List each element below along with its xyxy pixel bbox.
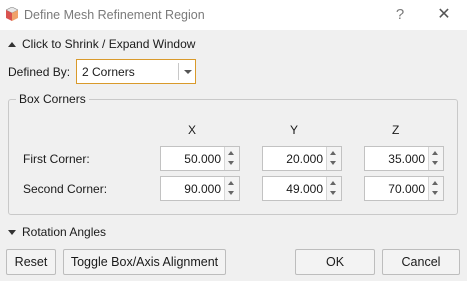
expand-triangle-icon bbox=[8, 230, 16, 236]
window-title: Define Mesh Refinement Region bbox=[24, 8, 205, 22]
first-corner-x-value[interactable]: 50.000 bbox=[184, 152, 221, 166]
first-corner-z-value[interactable]: 35.000 bbox=[388, 152, 425, 166]
spin-buttons[interactable] bbox=[224, 177, 239, 200]
second-corner-z-value[interactable]: 70.000 bbox=[388, 182, 425, 196]
defined-by-dropdown[interactable]: 2 Corners bbox=[76, 59, 196, 84]
spin-down-icon[interactable] bbox=[330, 161, 336, 165]
help-button[interactable]: ? bbox=[388, 4, 412, 26]
second-corner-x-spinbox[interactable]: 90.000 bbox=[160, 176, 240, 201]
first-corner-y-spinbox[interactable]: 20.000 bbox=[262, 146, 342, 171]
spin-buttons[interactable] bbox=[428, 177, 443, 200]
spin-down-icon[interactable] bbox=[228, 191, 234, 195]
first-corner-x-spinbox[interactable]: 50.000 bbox=[160, 146, 240, 171]
cube-icon bbox=[6, 7, 18, 21]
second-corner-y-spinbox[interactable]: 49.000 bbox=[262, 176, 342, 201]
spin-up-icon[interactable] bbox=[330, 181, 336, 185]
collapse-triangle-icon bbox=[8, 42, 16, 48]
close-button[interactable]: ✕ bbox=[432, 4, 456, 26]
title-bar: Define Mesh Refinement Region ? ✕ bbox=[0, 0, 467, 30]
chevron-down-icon[interactable] bbox=[184, 70, 192, 74]
spin-up-icon[interactable] bbox=[228, 151, 234, 155]
spin-up-icon[interactable] bbox=[330, 151, 336, 155]
first-corner-z-spinbox[interactable]: 35.000 bbox=[364, 146, 444, 171]
spin-buttons[interactable] bbox=[224, 147, 239, 170]
second-corner-y-value[interactable]: 49.000 bbox=[286, 182, 323, 196]
column-header-y: Y bbox=[290, 123, 299, 137]
column-header-x: X bbox=[188, 123, 197, 137]
rotation-angles-toggle[interactable]: Rotation Angles bbox=[8, 225, 106, 241]
toggle-alignment-button[interactable]: Toggle Box/Axis Alignment bbox=[63, 249, 226, 275]
rotation-angles-label: Rotation Angles bbox=[22, 225, 107, 239]
spin-down-icon[interactable] bbox=[228, 161, 234, 165]
spin-up-icon[interactable] bbox=[228, 181, 234, 185]
spin-down-icon[interactable] bbox=[432, 161, 438, 165]
ok-button[interactable]: OK bbox=[295, 249, 375, 275]
dropdown-separator bbox=[178, 63, 179, 80]
spin-buttons[interactable] bbox=[326, 147, 341, 170]
defined-by-label: Defined By: bbox=[8, 65, 71, 79]
second-corner-x-value[interactable]: 90.000 bbox=[184, 182, 221, 196]
spin-buttons[interactable] bbox=[326, 177, 341, 200]
reset-button[interactable]: Reset bbox=[6, 249, 56, 275]
spin-up-icon[interactable] bbox=[432, 151, 438, 155]
spin-buttons[interactable] bbox=[428, 147, 443, 170]
cancel-button[interactable]: Cancel bbox=[382, 249, 460, 275]
shrink-expand-label: Click to Shrink / Expand Window bbox=[22, 37, 196, 51]
box-corners-title: Box Corners bbox=[16, 92, 89, 106]
column-header-z: Z bbox=[392, 123, 400, 137]
shrink-expand-toggle[interactable]: Click to Shrink / Expand Window bbox=[8, 37, 195, 53]
spin-down-icon[interactable] bbox=[330, 191, 336, 195]
first-corner-y-value[interactable]: 20.000 bbox=[286, 152, 323, 166]
second-corner-z-spinbox[interactable]: 70.000 bbox=[364, 176, 444, 201]
defined-by-value: 2 Corners bbox=[82, 65, 135, 79]
second-corner-label: Second Corner: bbox=[23, 182, 108, 196]
spin-down-icon[interactable] bbox=[432, 191, 438, 195]
first-corner-label: First Corner: bbox=[23, 152, 90, 166]
spin-up-icon[interactable] bbox=[432, 181, 438, 185]
